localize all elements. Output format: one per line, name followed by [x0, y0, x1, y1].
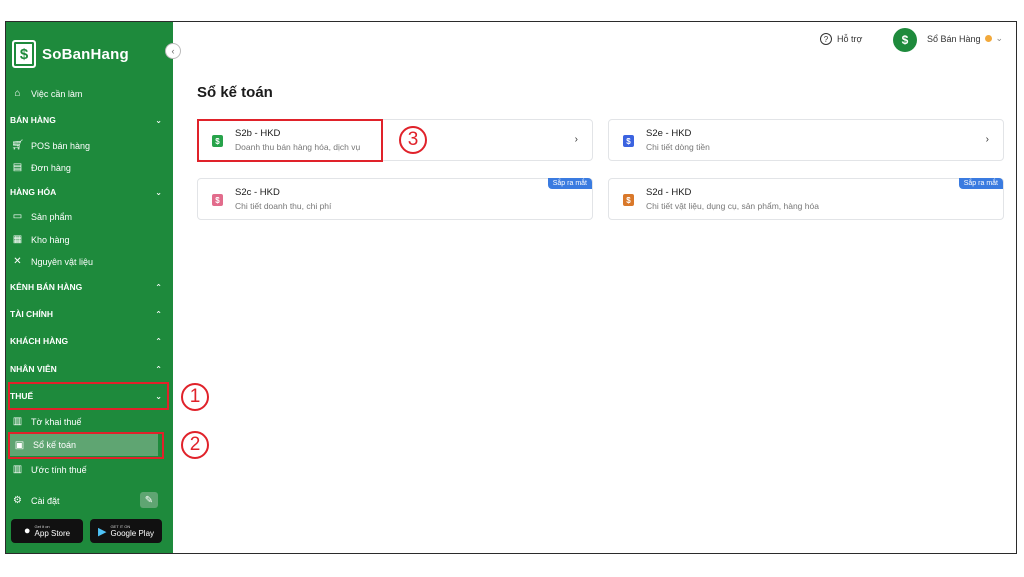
coming-soon-badge: Sắp ra mắt [958, 178, 1003, 189]
card-s2d[interactable]: $ S2d - HKD Chi tiết vật liệu, dụng cụ, … [608, 178, 1004, 220]
chevron-up-icon: ⌃ [155, 282, 162, 292]
user-menu[interactable]: Sổ Bán Hàng ⌄ [927, 33, 1003, 44]
section-nhan-vien[interactable]: NHÂN VIÊN ⌃ [10, 364, 162, 374]
help-link[interactable]: ? Hỗ trợ [820, 33, 862, 45]
google-play-button[interactable]: ▶ GET IT ON Google Play [90, 519, 162, 543]
card-subtitle: Chi tiết vật liệu, dụng cụ, sản phẩm, hà… [646, 201, 819, 211]
card-title: S2e - HKD [646, 128, 692, 139]
google-play-caption: GET IT ON [110, 524, 131, 529]
dollar-icon: $ [623, 194, 634, 206]
edit-menu-button[interactable]: ✎ [140, 492, 158, 508]
section-kenh-ban-hang[interactable]: KÊNH BÁN HÀNG ⌃ [10, 282, 162, 292]
sidebar-item-warehouse[interactable]: ▦ Kho hàng [12, 234, 70, 245]
chevron-up-icon: ⌃ [155, 309, 162, 319]
sidebar-item-tax-declaration[interactable]: ▥ Tờ khai thuế [12, 416, 82, 427]
highlight-box-so-ke-toan [8, 432, 164, 459]
sidebar-item-label: POS bán hàng [31, 140, 91, 151]
page-title: Sổ kế toán [197, 84, 273, 101]
home-icon: ⌂ [14, 88, 21, 99]
warehouse-icon: ▦ [12, 234, 23, 245]
chevron-right-icon: › [574, 134, 578, 145]
collapse-sidebar-button[interactable]: ‹ [165, 43, 181, 59]
chevron-down-icon: ⌄ [995, 33, 1004, 43]
status-dot [984, 35, 992, 42]
sidebar-item-label: Đơn hàng [31, 162, 71, 173]
section-ban-hang[interactable]: BÁN HÀNG ⌄ [10, 115, 162, 125]
play-icon: ▶ [97, 525, 107, 538]
chevron-down-icon: ⌄ [155, 115, 162, 125]
help-label: Hỗ trợ [837, 34, 863, 44]
tax-form-icon: ▥ [12, 416, 23, 427]
apple-icon: ● [23, 525, 31, 537]
card-subtitle: Chi tiết doanh thu, chi phí [235, 201, 332, 211]
gear-icon: ⚙ [13, 495, 22, 506]
sidebar-item-settings[interactable]: ⚙ Cài đặt [12, 495, 60, 506]
section-title: NHÂN VIÊN [10, 364, 57, 374]
sidebar-item-label: Kho hàng [31, 234, 70, 245]
user-name: Sổ Bán Hàng [927, 33, 981, 44]
tools-icon: ✕ [13, 256, 22, 267]
chevron-up-icon: ⌃ [155, 336, 162, 346]
chevron-up-icon: ⌃ [155, 364, 162, 374]
card-title: S2c - HKD [235, 187, 280, 198]
document-icon: ▤ [12, 162, 23, 173]
chevron-down-icon: ⌄ [155, 187, 162, 197]
box-icon: ▭ [12, 211, 23, 222]
sidebar-item-products[interactable]: ▭ Sản phẩm [12, 211, 72, 222]
sidebar-item-label: Việc cần làm [31, 88, 83, 99]
dollar-icon: $ [212, 194, 223, 206]
app-store-label: App Store [34, 529, 71, 538]
highlight-box-s2b [197, 119, 383, 162]
annotation-marker-3: 3 [399, 126, 427, 154]
sidebar-item-label: Ước tính thuế [31, 464, 87, 475]
annotation-marker-1: 1 [181, 383, 209, 411]
section-title: KÊNH BÁN HÀNG [10, 282, 83, 292]
card-s2c[interactable]: $ S2c - HKD Chi tiết doanh thu, chi phí … [197, 178, 593, 220]
sidebar-item-label: Sản phẩm [31, 211, 73, 222]
cart-icon: 🛒︎ [11, 140, 24, 151]
help-icon: ? [820, 33, 832, 45]
chevron-left-icon: ‹ [171, 46, 175, 56]
sidebar-item-materials[interactable]: ✕ Nguyên vật liệu [12, 256, 93, 267]
card-subtitle: Chi tiết dòng tiền [646, 142, 710, 152]
section-hang-hoa[interactable]: HÀNG HÓA ⌄ [10, 187, 162, 197]
section-title: KHÁCH HÀNG [10, 336, 69, 346]
card-s2e[interactable]: $ S2e - HKD Chi tiết dòng tiền › [608, 119, 1004, 161]
sidebar-item-label: Nguyên vật liệu [31, 256, 94, 267]
sidebar-item-pos[interactable]: 🛒︎ POS bán hàng [11, 140, 91, 151]
annotation-marker-2: 2 [181, 431, 209, 459]
app-window: $ SoBanHang ⌂ Việc cần làm BÁN HÀNG ⌄ 🛒︎… [5, 21, 1017, 554]
brand[interactable]: $ SoBanHang [12, 40, 129, 68]
section-tai-chinh[interactable]: TÀI CHÍNH ⌃ [10, 309, 162, 319]
section-title: TÀI CHÍNH [10, 309, 53, 319]
highlight-box-thue [8, 382, 169, 410]
sidebar-item-tax-estimate[interactable]: ▥ Ước tính thuế [12, 464, 87, 475]
sidebar-item-label: Cài đặt [31, 495, 60, 506]
dollar-icon: $ [623, 135, 634, 147]
calculator-icon: ▥ [12, 464, 23, 475]
section-title: BÁN HÀNG [10, 115, 56, 125]
google-play-label: Google Play [110, 529, 155, 538]
coming-soon-badge: Sắp ra mắt [547, 178, 592, 189]
sidebar-item-label: Tờ khai thuế [31, 416, 82, 427]
store-buttons: ● Get it on App Store ▶ GET IT ON Google P… [11, 519, 162, 543]
app-store-button[interactable]: ● Get it on App Store [11, 519, 83, 543]
pencil-icon: ✎ [144, 494, 154, 506]
chevron-right-icon: › [985, 134, 989, 145]
card-title: S2d - HKD [646, 187, 692, 198]
brand-logo-icon: $ [12, 40, 36, 68]
section-title: HÀNG HÓA [10, 187, 57, 197]
avatar[interactable]: $ [893, 28, 917, 52]
section-khach-hang[interactable]: KHÁCH HÀNG ⌃ [10, 336, 162, 346]
brand-name: SoBanHang [42, 45, 129, 63]
sidebar-item-orders[interactable]: ▤ Đơn hàng [12, 162, 71, 173]
sidebar: $ SoBanHang ⌂ Việc cần làm BÁN HÀNG ⌄ 🛒︎… [6, 22, 173, 553]
app-store-caption: Get it on [34, 524, 50, 529]
sidebar-item-todo[interactable]: ⌂ Việc cần làm [12, 88, 82, 99]
